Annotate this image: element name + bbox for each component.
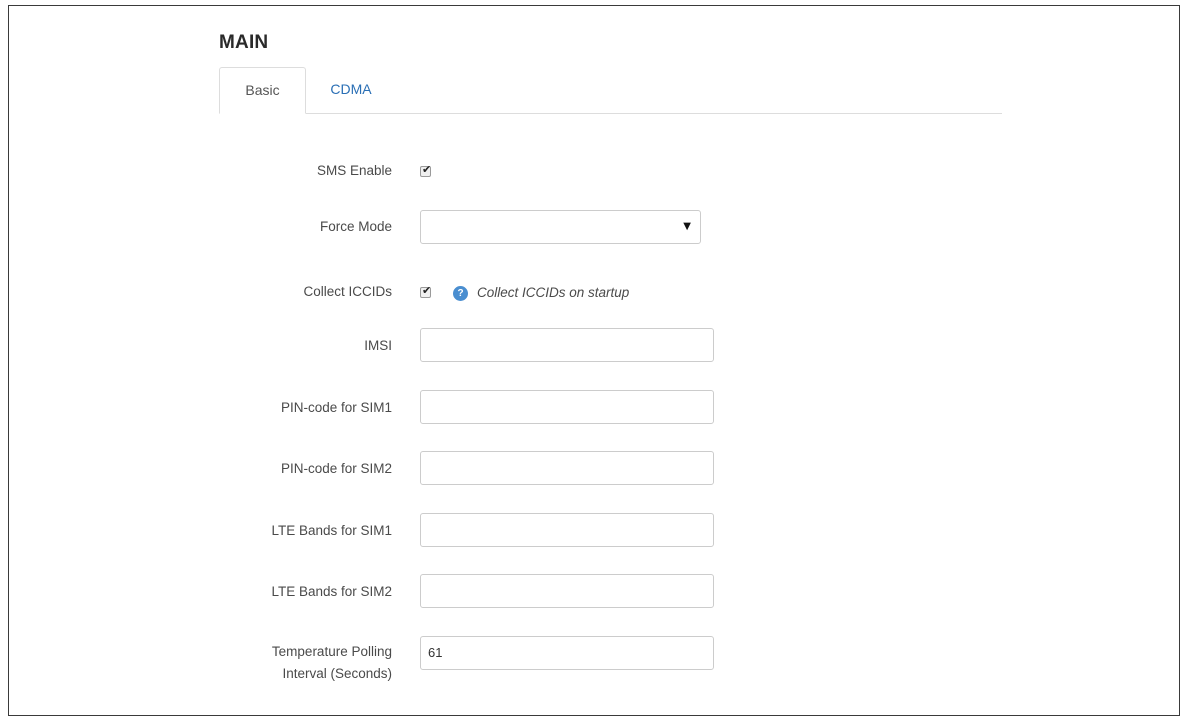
temp-polling-label-line2: Interval (Seconds) (282, 666, 392, 681)
lte-sim2-input[interactable] (420, 574, 714, 608)
pin-sim2-label: PIN-code for SIM2 (280, 461, 392, 476)
force-mode-select[interactable]: ▼ (420, 210, 701, 244)
collect-iccids-checkbox[interactable]: ✔ (420, 284, 432, 298)
checkmark-icon: ✔ (422, 163, 432, 176)
row-temp-polling: Temperature Polling Interval (Seconds) 6… (219, 636, 1002, 692)
row-lte-sim1: LTE Bands for SIM1 (219, 513, 1002, 547)
row-pin-sim1: PIN-code for SIM1 (219, 390, 1002, 424)
pin-sim1-label: PIN-code for SIM1 (280, 400, 392, 415)
collect-iccids-label: Collect ICCIDs (303, 284, 392, 299)
row-sms-enable: SMS Enable ✔ (219, 159, 1002, 183)
temp-polling-input[interactable]: 61 (420, 636, 714, 670)
checkmark-icon: ✔ (422, 284, 432, 297)
force-mode-label: Force Mode (319, 219, 392, 234)
imsi-input[interactable] (420, 328, 714, 362)
row-collect-iccids: Collect ICCIDs ✔ ? Collect ICCIDs on sta… (219, 280, 1002, 304)
row-pin-sim2: PIN-code for SIM2 (219, 451, 1002, 485)
tab-cdma[interactable]: CDMA (306, 67, 396, 113)
pin-sim2-input[interactable] (420, 451, 714, 485)
sms-enable-checkbox[interactable]: ✔ (420, 163, 432, 177)
section-title: MAIN (219, 32, 269, 53)
temp-polling-label-line1: Temperature Polling (271, 644, 392, 659)
lte-sim2-label: LTE Bands for SIM2 (271, 584, 392, 599)
row-imsi: IMSI (219, 328, 1002, 362)
tab-bar: Basic CDMA (219, 67, 1002, 114)
row-lte-sim2: LTE Bands for SIM2 (219, 574, 1002, 608)
lte-sim1-input[interactable] (420, 513, 714, 547)
imsi-label: IMSI (364, 338, 392, 353)
tab-basic[interactable]: Basic (219, 67, 306, 114)
row-force-mode: Force Mode ▼ (219, 210, 1002, 244)
pin-sim1-input[interactable] (420, 390, 714, 424)
dropdown-arrow-icon: ▼ (683, 221, 691, 232)
collect-iccids-help-text: Collect ICCIDs on startup (477, 285, 630, 300)
help-icon[interactable]: ? (453, 286, 468, 301)
lte-sim1-label: LTE Bands for SIM1 (271, 523, 392, 538)
sms-enable-label: SMS Enable (316, 163, 392, 178)
